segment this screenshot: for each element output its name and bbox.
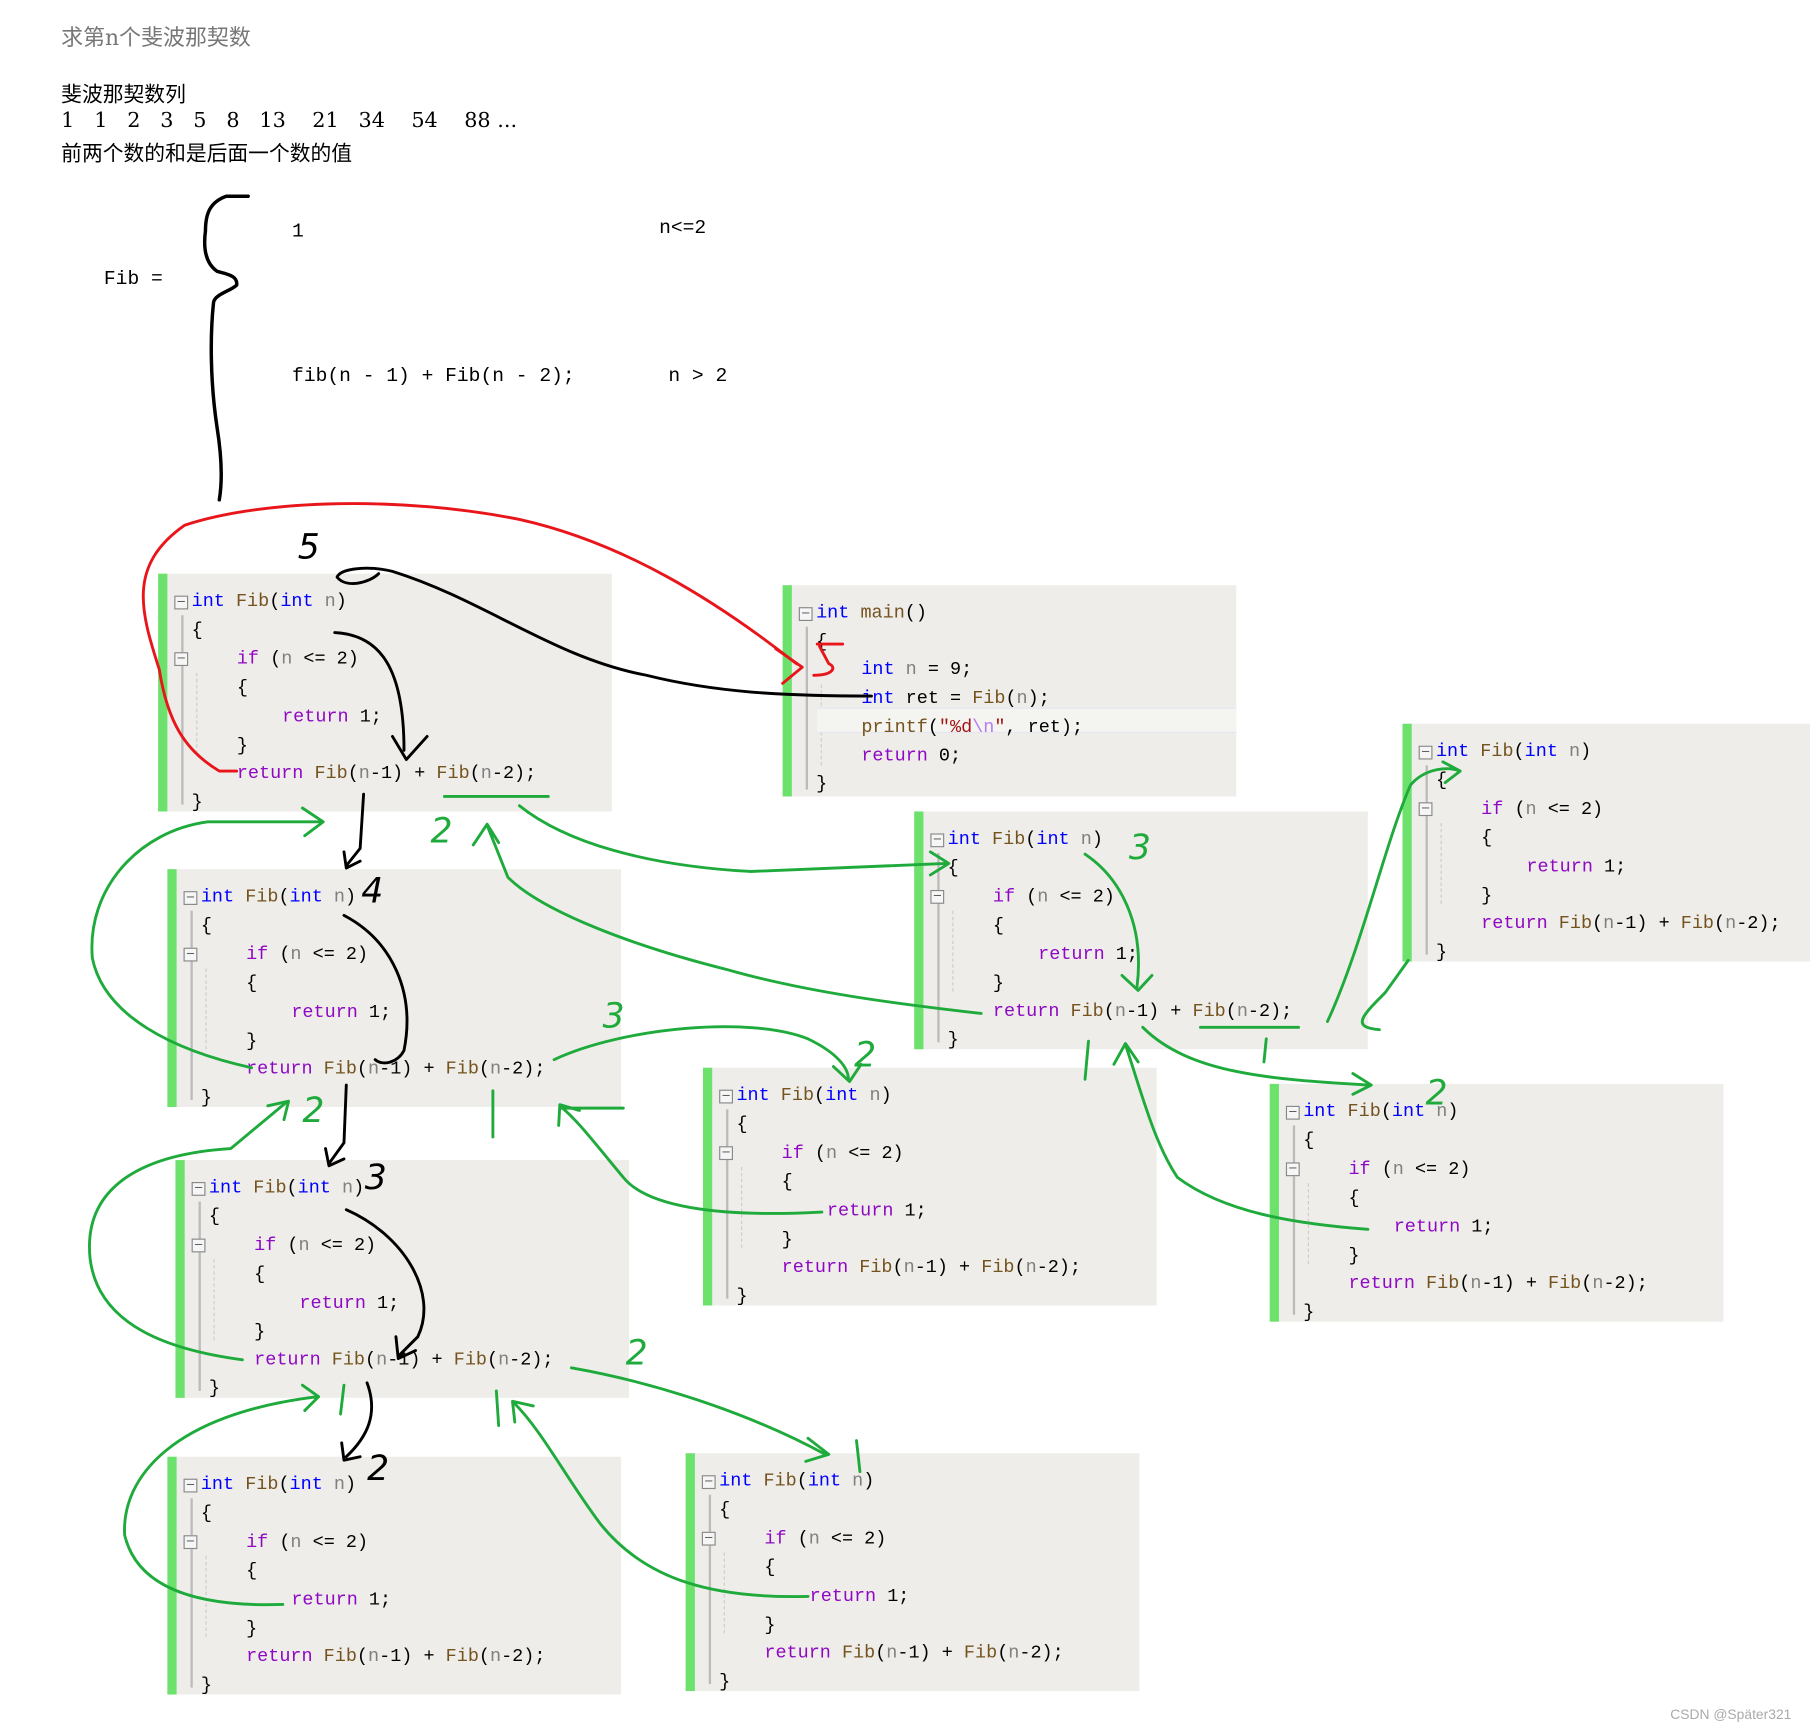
digit-label: 2	[302, 1091, 324, 1131]
step-arrow-b-down	[324, 1083, 348, 1168]
digit-label: 2	[367, 1449, 389, 1489]
digit-label: 4	[361, 872, 383, 912]
step-arrow-a-down	[342, 792, 366, 870]
hand-drawn-annotations: 5 4 3 2 3 2 3 2 2 2 2	[88, 194, 1462, 1607]
diagram-canvas: 求第n个斐波那契数 斐波那契数列 1 1 2 3 5 8 13 21 34 54…	[0, 0, 1810, 1733]
step-arrow-e	[344, 1208, 426, 1361]
step-numbers: 5 4 3 2 3 2 3 2 2 2 2	[298, 528, 1448, 1489]
digit-label: 3	[603, 996, 625, 1036]
digit-label: 2	[854, 1036, 876, 1076]
watermark: CSDN @Später321	[1670, 1706, 1792, 1723]
digit-label: 3	[365, 1158, 387, 1198]
digit-label: 5	[298, 528, 320, 568]
digit-label: 3	[1129, 828, 1151, 868]
brace-drawing	[202, 194, 250, 502]
digit-label: 2	[431, 812, 453, 852]
step-arrow-b	[342, 913, 409, 1065]
step-arrow-a	[333, 631, 429, 761]
digit-label: 2	[626, 1333, 648, 1373]
digit-label: 2	[1426, 1074, 1448, 1114]
red-return-arrow	[141, 502, 845, 773]
